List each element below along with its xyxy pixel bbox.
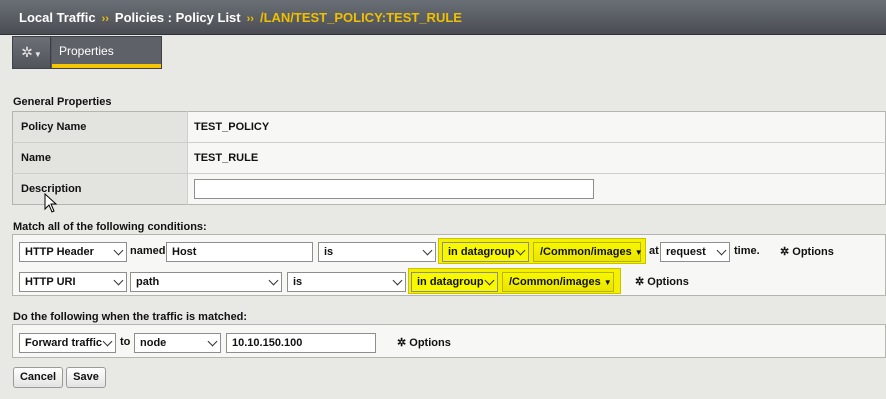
description-input[interactable] — [194, 179, 594, 199]
chevron-down-icon — [716, 245, 727, 256]
options-label: Options — [792, 246, 834, 258]
policy-name-label: Policy Name — [12, 111, 188, 143]
gear-menu-button[interactable]: ✲▼ — [13, 37, 51, 68]
breadcrumb-local-traffic[interactable]: Local Traffic — [19, 10, 96, 25]
node-address-input[interactable]: 10.10.150.100 — [226, 333, 376, 353]
event-select[interactable]: request — [660, 242, 730, 262]
chevron-down-icon — [422, 245, 433, 256]
condition-type-value: HTTP Header — [25, 246, 94, 258]
condition-type-select[interactable]: HTTP URI — [19, 272, 127, 292]
chevron-down-icon — [515, 245, 526, 256]
description-label: Description — [12, 173, 188, 205]
caret-down-icon: ▼ — [634, 248, 643, 257]
gear-icon: ✲ — [780, 246, 793, 258]
table-row: Policy Name TEST_POLICY — [12, 111, 886, 143]
chevron-down-icon — [392, 275, 403, 286]
options-link[interactable]: ✲ Options — [635, 275, 689, 288]
condition-type-select[interactable]: HTTP Header — [19, 242, 127, 262]
match-type-select[interactable]: in datagroup — [442, 242, 529, 262]
condition-row-1: HTTP Header named Host is in datagroup /… — [13, 238, 885, 264]
breadcrumb-current: /LAN/TEST_POLICY:TEST_RULE — [259, 10, 462, 25]
options-link[interactable]: ✲ Options — [397, 336, 451, 349]
title-bar: Local Traffic ›› Policies : Policy List ›› /… — [0, 0, 886, 35]
options-label: Options — [409, 337, 451, 349]
uri-part-select[interactable]: path — [130, 272, 282, 292]
operator-select[interactable]: is — [287, 272, 406, 292]
match-type-select[interactable]: in datagroup — [411, 272, 498, 292]
match-type-value: in datagroup — [417, 276, 484, 288]
options-label: Options — [647, 276, 689, 288]
datagroup-value: /Common/images — [540, 246, 632, 258]
operator-select[interactable]: is — [318, 242, 436, 262]
breadcrumb-policy-list[interactable]: Policies : Policy List — [115, 10, 241, 25]
action-select[interactable]: Forward traffic — [19, 333, 116, 353]
event-value: request — [666, 246, 706, 258]
breadcrumb: Local Traffic ›› Policies : Policy List ›› /… — [19, 10, 462, 25]
condition-type-value: HTTP URI — [25, 276, 76, 288]
action-value: Forward traffic — [25, 337, 103, 349]
actions-heading: Do the following when the traffic is mat… — [13, 311, 248, 323]
header-name-input[interactable]: Host — [166, 242, 313, 262]
table-row: Description — [12, 173, 886, 205]
general-properties-heading: General Properties — [13, 96, 112, 108]
save-button[interactable]: Save — [66, 367, 106, 388]
tab-properties[interactable]: Properties — [52, 37, 161, 68]
policy-name-value: TEST_POLICY — [187, 111, 886, 143]
named-label: named — [130, 245, 166, 257]
datagroup-value: /Common/images — [509, 276, 601, 288]
gear-icon: ✲ — [397, 337, 410, 349]
name-label: Name — [12, 142, 188, 174]
caret-down-icon: ▼ — [603, 278, 612, 287]
chevron-down-icon — [268, 275, 279, 286]
conditions-box: HTTP Header named Host is in datagroup /… — [12, 234, 886, 296]
target-value: node — [140, 337, 167, 349]
general-properties-table: Policy Name TEST_POLICY Name TEST_RULE D… — [12, 111, 886, 205]
tab-bar: ✲▼ Properties — [12, 36, 162, 69]
actions-box: Forward traffic to node 10.10.150.100 ✲ … — [12, 324, 886, 358]
chevron-down-icon: ▼ — [33, 50, 42, 59]
description-cell — [187, 173, 886, 205]
to-label: to — [120, 336, 131, 348]
chevron-down-icon — [102, 336, 113, 347]
operator-value: is — [324, 246, 334, 258]
cancel-button[interactable]: Cancel — [13, 367, 63, 388]
chevron-down-icon — [484, 275, 495, 286]
gear-icon: ✲ — [635, 276, 648, 288]
name-value: TEST_RULE — [187, 142, 886, 174]
chevron-down-icon — [113, 245, 124, 256]
conditions-heading: Match all of the following conditions: — [13, 221, 207, 233]
options-link[interactable]: ✲ Options — [780, 245, 834, 258]
uri-part-value: path — [136, 276, 160, 288]
breadcrumb-separator: ›› — [246, 13, 254, 25]
condition-row-2: HTTP URI path is in datagroup /Common/im… — [13, 268, 885, 294]
gear-icon: ✲ — [21, 44, 33, 60]
datagroup-dropdown[interactable]: /Common/images ▼ — [533, 242, 643, 262]
chevron-down-icon — [207, 336, 218, 347]
time-label: time. — [734, 245, 760, 257]
breadcrumb-separator: ›› — [101, 13, 109, 25]
operator-value: is — [293, 276, 303, 288]
target-select[interactable]: node — [134, 333, 221, 353]
table-row: Name TEST_RULE — [12, 142, 886, 174]
datagroup-dropdown[interactable]: /Common/images ▼ — [502, 272, 614, 292]
chevron-down-icon — [113, 275, 124, 286]
at-label: at — [649, 245, 659, 257]
match-type-value: in datagroup — [448, 246, 515, 258]
action-row: Forward traffic to node 10.10.150.100 ✲ … — [13, 332, 885, 354]
mouse-cursor-icon — [44, 193, 58, 213]
